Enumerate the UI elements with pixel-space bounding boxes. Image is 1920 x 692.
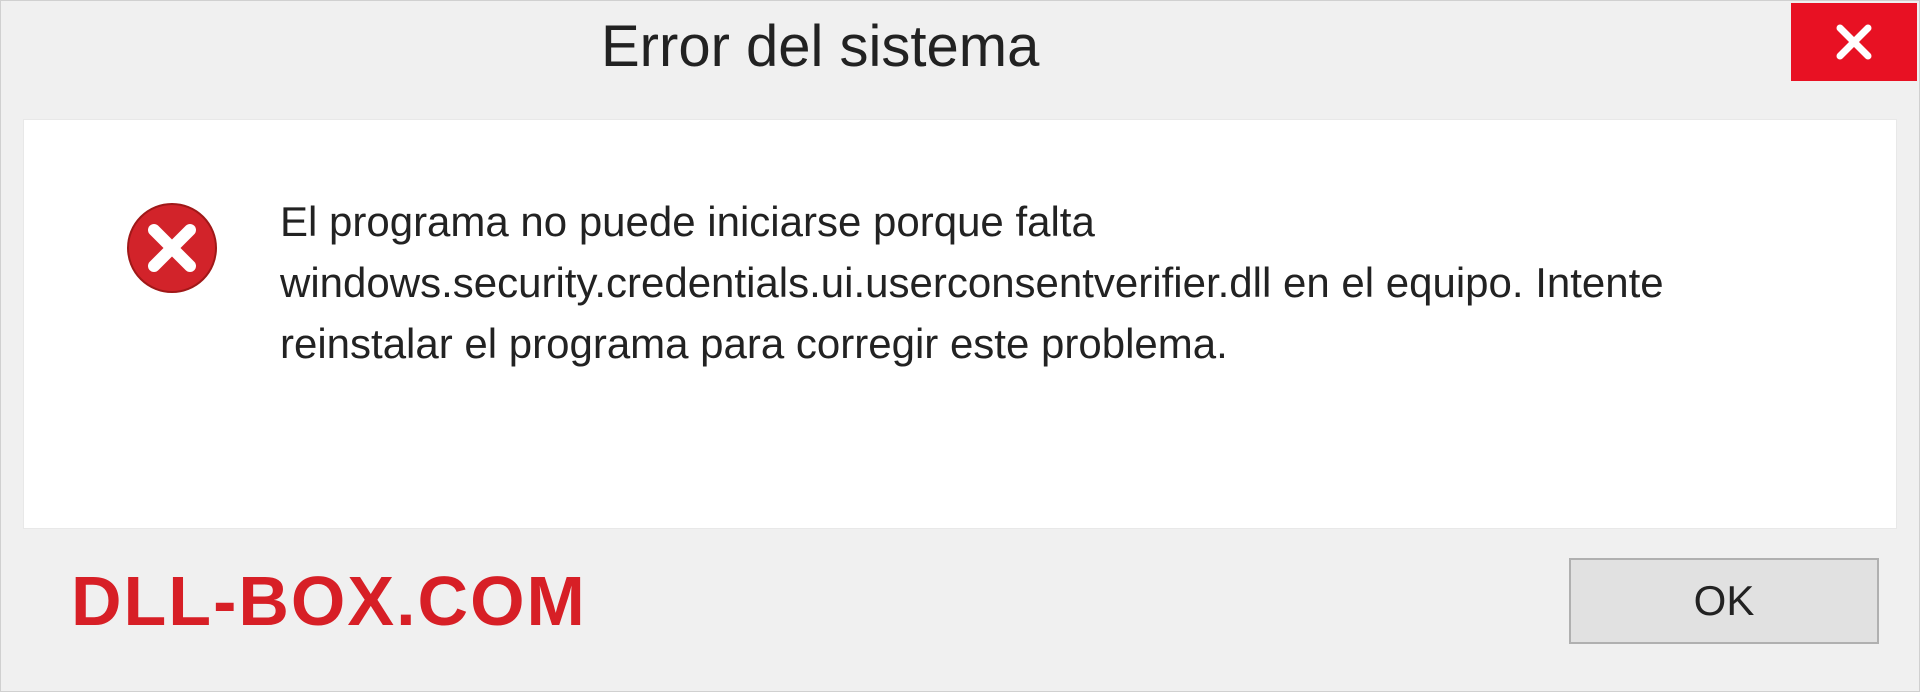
error-message: El programa no puede iniciarse porque fa…	[280, 192, 1780, 375]
titlebar: Error del sistema	[1, 1, 1919, 101]
error-icon	[124, 200, 220, 296]
footer: DLL-BOX.COM OK	[1, 551, 1919, 691]
watermark-text: DLL-BOX.COM	[71, 561, 587, 641]
error-dialog: Error del sistema El programa no puede i…	[0, 0, 1920, 692]
ok-button[interactable]: OK	[1569, 558, 1879, 644]
close-icon	[1830, 18, 1878, 66]
close-button[interactable]	[1791, 3, 1917, 81]
dialog-title: Error del sistema	[1, 1, 1039, 80]
content-area: El programa no puede iniciarse porque fa…	[23, 119, 1897, 529]
